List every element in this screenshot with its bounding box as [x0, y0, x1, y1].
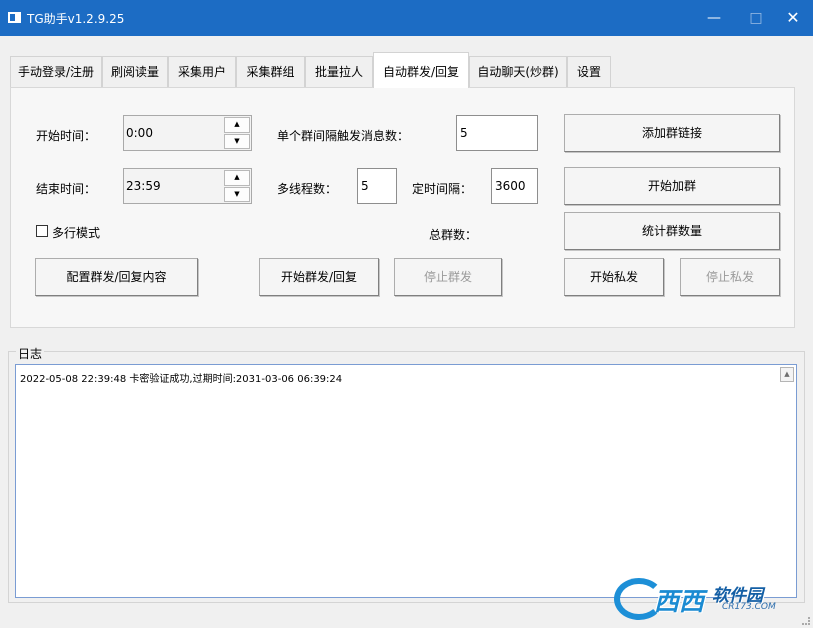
tab-settings[interactable]: 设置: [567, 56, 611, 87]
threads-label: 多线程数：: [277, 182, 338, 196]
interval-label: 定时间隔：: [412, 182, 473, 196]
title-bar: TG助手v1.2.9.25 — □ ✕: [0, 0, 813, 36]
end-time-label: 结束时间：: [36, 182, 97, 196]
minimize-button[interactable]: —: [694, 0, 734, 36]
start-time-spinner[interactable]: 0:00 ▲ ▼: [123, 115, 252, 151]
start-broadcast-button[interactable]: 开始群发/回复: [259, 258, 379, 296]
tab-boost-views[interactable]: 刷阅读量: [102, 56, 168, 87]
total-groups-label: 总群数：: [429, 228, 478, 242]
spin-up-icon[interactable]: ▲: [224, 170, 250, 186]
window-title: TG助手v1.2.9.25: [27, 12, 125, 26]
log-textarea[interactable]: 2022-05-08 22:39:48 卡密验证成功,过期时间:2031-03-…: [15, 364, 797, 598]
per-group-label: 单个群间隔触发消息数：: [277, 129, 410, 143]
stop-dm-button[interactable]: 停止私发: [680, 258, 780, 296]
log-line: 2022-05-08 22:39:48 卡密验证成功,过期时间:2031-03-…: [20, 374, 343, 385]
start-join-button[interactable]: 开始加群: [564, 167, 780, 205]
tab-collect-users[interactable]: 采集用户: [168, 56, 236, 87]
watermark-logo: 西西 软件园 CR173.COM: [614, 578, 794, 620]
scroll-up-icon[interactable]: ▲: [780, 367, 794, 382]
app-icon: [8, 12, 21, 23]
interval-input[interactable]: 3600: [491, 168, 538, 204]
maximize-button[interactable]: □: [736, 0, 776, 36]
spin-up-icon[interactable]: ▲: [224, 117, 250, 133]
per-group-input[interactable]: 5: [456, 115, 538, 151]
resize-grip-icon[interactable]: [802, 617, 810, 625]
watermark-url: CR173.COM: [722, 602, 776, 612]
configure-content-button[interactable]: 配置群发/回复内容: [35, 258, 198, 296]
count-groups-button[interactable]: 统计群数量: [564, 212, 780, 250]
tab-collect-groups[interactable]: 采集群组: [236, 56, 305, 87]
end-time-value: 23:59: [126, 179, 161, 193]
spin-down-icon[interactable]: ▼: [224, 133, 250, 149]
multiline-label: 多行模式: [52, 226, 101, 240]
end-time-spinner[interactable]: 23:59 ▲ ▼: [123, 168, 252, 204]
start-time-label: 开始时间：: [36, 129, 97, 143]
multiline-checkbox[interactable]: [36, 225, 48, 237]
add-group-link-button[interactable]: 添加群链接: [564, 114, 780, 152]
stop-broadcast-button[interactable]: 停止群发: [394, 258, 502, 296]
spin-down-icon[interactable]: ▼: [224, 186, 250, 202]
tab-auto-chat[interactable]: 自动聊天(炒群): [469, 56, 567, 87]
close-button[interactable]: ✕: [773, 0, 813, 36]
tab-bulk-invite[interactable]: 批量拉人: [305, 56, 373, 87]
watermark-main: 西西: [654, 587, 705, 616]
threads-input[interactable]: 5: [357, 168, 397, 204]
tab-manual-login[interactable]: 手动登录/注册: [10, 56, 102, 87]
tab-auto-broadcast[interactable]: 自动群发/回复: [373, 52, 469, 88]
start-time-value: 0:00: [126, 126, 153, 140]
start-dm-button[interactable]: 开始私发: [564, 258, 664, 296]
log-title: 日志: [16, 345, 45, 362]
